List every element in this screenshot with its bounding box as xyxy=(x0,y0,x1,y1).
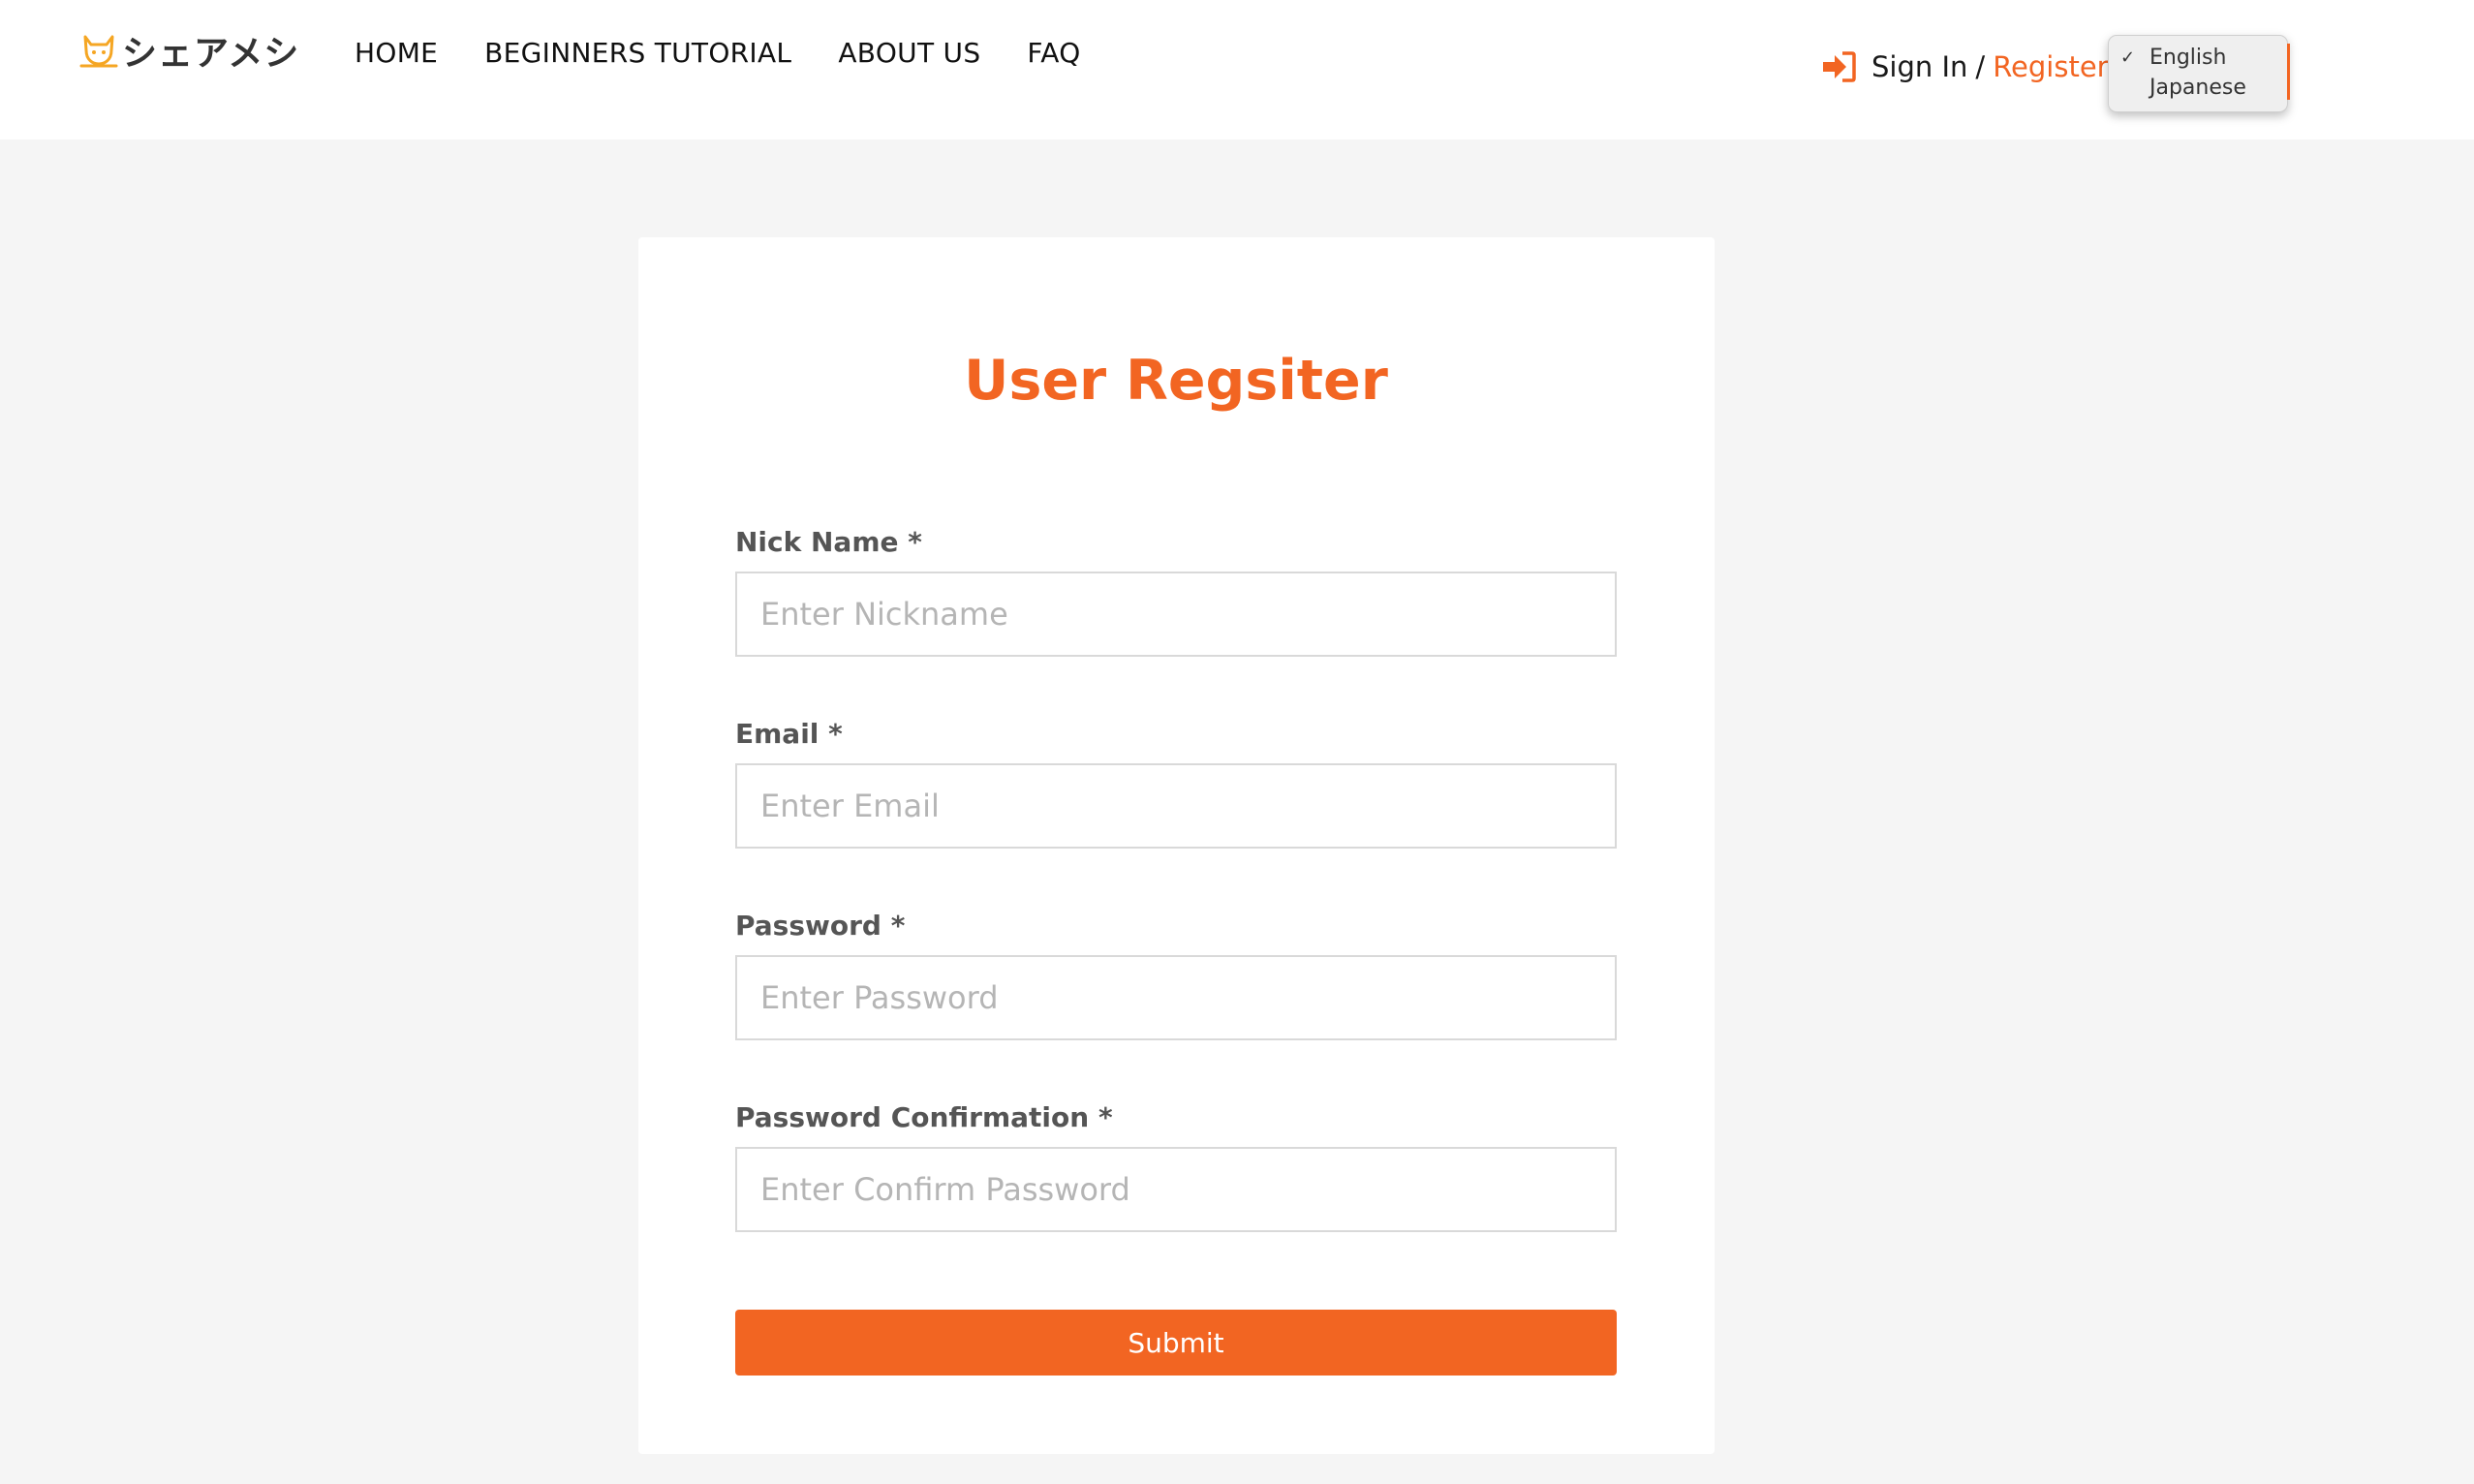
email-input[interactable] xyxy=(735,763,1617,849)
logo[interactable]: シェアメシ xyxy=(79,29,299,74)
nickname-label: Nick Name * xyxy=(735,526,922,558)
password-input[interactable] xyxy=(735,955,1617,1040)
nav-beginners-tutorial[interactable]: BEGINNERS TUTORIAL xyxy=(484,37,791,69)
sign-in-link[interactable]: Sign In xyxy=(1871,50,1967,83)
language-dropdown[interactable]: ✓ English Japanese xyxy=(2108,35,2290,112)
language-option-japanese[interactable]: Japanese xyxy=(2149,76,2246,100)
nav-faq[interactable]: FAQ xyxy=(1027,37,1080,69)
check-icon: ✓ xyxy=(2120,47,2136,68)
page-title: User Regsiter xyxy=(964,349,1388,413)
site-header: シェアメシ HOME BEGINNERS TUTORIAL ABOUT US F… xyxy=(0,0,2474,139)
cat-mascot-icon xyxy=(79,31,118,70)
nav-home[interactable]: HOME xyxy=(355,37,438,69)
register-link[interactable]: Register xyxy=(1993,50,2108,83)
email-label: Email * xyxy=(735,718,843,750)
sign-in-icon[interactable] xyxy=(1821,51,1856,82)
submit-button[interactable]: Submit xyxy=(735,1310,1617,1376)
main-nav: HOME BEGINNERS TUTORIAL ABOUT US FAQ xyxy=(355,37,1128,69)
nickname-input[interactable] xyxy=(735,572,1617,657)
language-option-english[interactable]: English xyxy=(2149,46,2226,70)
password-label: Password * xyxy=(735,910,906,942)
auth-links: Sign In / Register xyxy=(1821,50,2109,83)
auth-separator: / xyxy=(1975,50,1986,83)
password-confirmation-input[interactable] xyxy=(735,1147,1617,1232)
logo-text: シェアメシ xyxy=(122,34,300,74)
password-confirmation-label: Password Confirmation * xyxy=(735,1101,1113,1133)
nav-about-us[interactable]: ABOUT US xyxy=(838,37,980,69)
